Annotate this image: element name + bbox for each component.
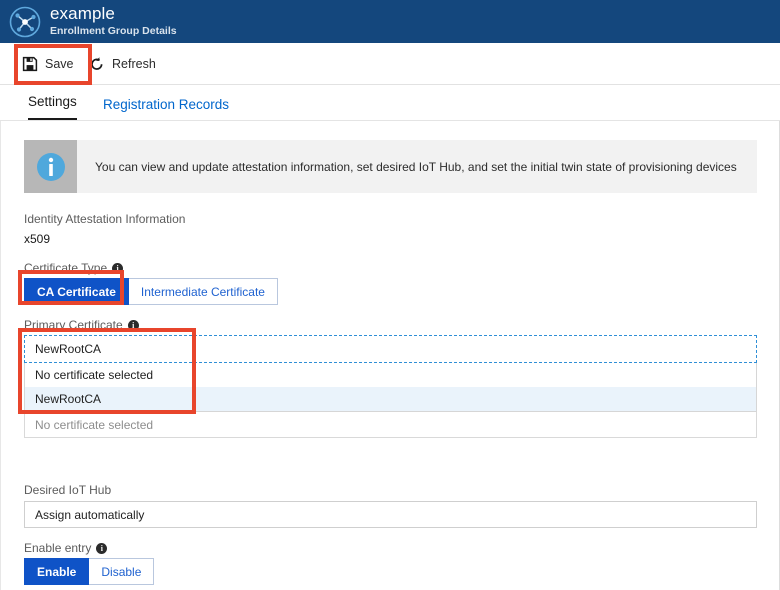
save-button-label: Save	[45, 57, 74, 71]
ca-certificate-option[interactable]: CA Certificate	[24, 278, 129, 305]
info-banner-text: You can view and update attestation info…	[95, 159, 737, 174]
tab-bar: Settings Registration Records	[0, 85, 780, 121]
refresh-button[interactable]: Refresh	[89, 51, 156, 77]
info-tooltip-icon[interactable]: i	[96, 543, 108, 554]
dropdown-option-newrootca[interactable]: NewRootCA	[25, 387, 756, 411]
settings-panel: You can view and update attestation info…	[0, 121, 780, 590]
enable-entry-toggle-group: Enable Disable	[24, 558, 155, 585]
info-circle-icon	[36, 152, 65, 181]
page-title: example	[50, 4, 115, 23]
iot-hub-icon	[9, 6, 41, 38]
command-bar: Save Refresh	[0, 43, 780, 85]
refresh-circular-arrow-icon	[91, 57, 103, 70]
primary-certificate-combobox[interactable]: NewRootCA	[24, 335, 757, 363]
info-tooltip-icon[interactable]: i	[127, 320, 139, 331]
window-titlebar: example Enrollment Group Details	[0, 0, 780, 43]
info-banner: You can view and update attestation info…	[24, 140, 757, 193]
primary-certificate-label-text: Primary Certificate	[24, 318, 123, 332]
dropdown-option-no-certificate-selected[interactable]: No certificate selected	[25, 363, 756, 387]
tab-settings[interactable]: Settings	[28, 89, 77, 120]
enable-entry-label: Enable entry i	[24, 540, 108, 556]
certificate-type-label-text: Certificate Type	[24, 261, 108, 275]
info-banner-icon-container	[24, 140, 77, 193]
tab-registration-records[interactable]: Registration Records	[103, 89, 229, 120]
certificate-type-toggle-group: CA Certificate Intermediate Certificate	[24, 278, 278, 305]
secondary-certificate-occluded-field[interactable]: No certificate selected	[24, 411, 757, 438]
titlebar-text-group: example Enrollment Group Details	[50, 3, 177, 38]
identity-attestation-value: x509	[24, 232, 51, 246]
refresh-button-label: Refresh	[112, 57, 156, 71]
identity-attestation-label: Identity Attestation Information	[24, 212, 186, 226]
save-button[interactable]: Save	[22, 51, 74, 77]
enable-entry-label-text: Enable entry	[24, 541, 92, 555]
page-subtitle: Enrollment Group Details	[50, 25, 177, 37]
certificate-type-label: Certificate Type i	[24, 260, 124, 276]
info-tooltip-icon[interactable]: i	[112, 263, 124, 274]
desired-iot-hub-label: Desired IoT Hub	[24, 483, 112, 497]
primary-certificate-label: Primary Certificate i	[24, 317, 139, 333]
primary-certificate-dropdown-list: No certificate selected NewRootCA	[24, 363, 757, 412]
enrollment-group-details-page: example Enrollment Group Details Save Re…	[0, 0, 780, 590]
desired-iot-hub-field[interactable]: Assign automatically	[24, 501, 757, 528]
save-disk-icon	[22, 56, 38, 72]
intermediate-certificate-option[interactable]: Intermediate Certificate	[128, 278, 278, 305]
enable-option[interactable]: Enable	[24, 558, 90, 585]
disable-option[interactable]: Disable	[89, 558, 155, 585]
